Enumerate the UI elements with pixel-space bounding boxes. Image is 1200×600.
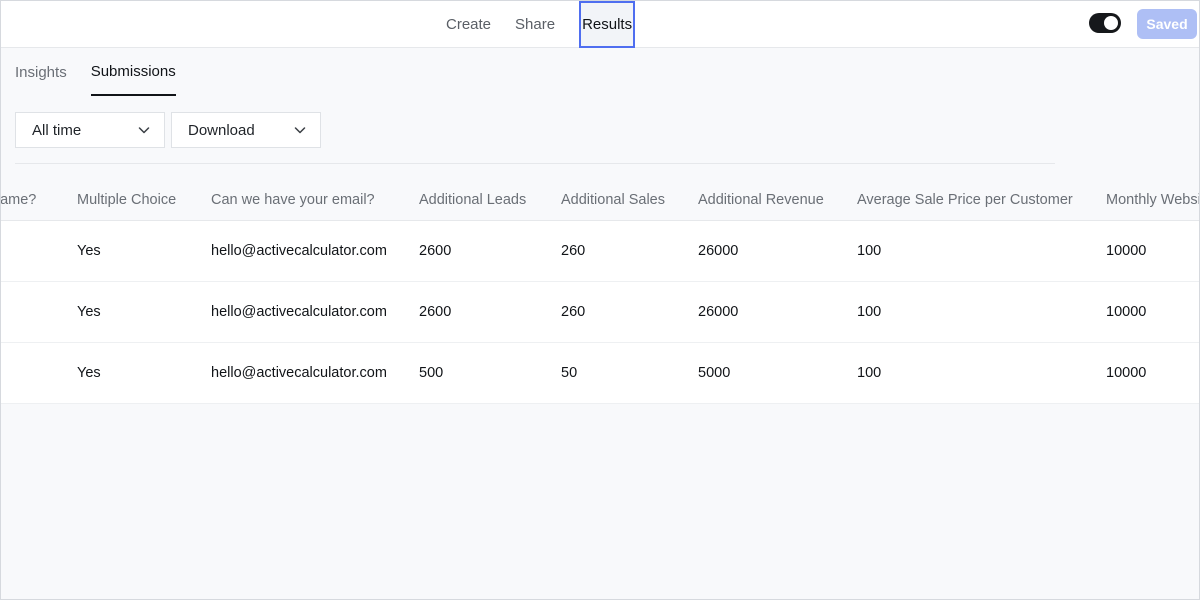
table-cell: 10000	[1106, 304, 1147, 320]
table-body: Yes hello@activecalculator.com 2600 260 …	[0, 221, 1200, 404]
submissions-table: name? Multiple Choice Can we have your e…	[0, 178, 1200, 404]
table-cell: 10000	[1106, 243, 1147, 259]
chevron-down-icon	[294, 127, 306, 134]
time-range-dropdown[interactable]: All time	[15, 112, 165, 148]
table-cell: hello@activecalculator.com	[211, 243, 387, 259]
table-cell: 26000	[698, 304, 739, 320]
table-header: name? Multiple Choice Can we have your e…	[0, 178, 1200, 221]
column-header: Additional Sales	[561, 192, 665, 208]
table-cell: 100	[857, 304, 882, 320]
table-row[interactable]: Yes hello@activecalculator.com 500 50 50…	[0, 343, 1200, 404]
table-cell: 5000	[698, 365, 731, 381]
saved-button[interactable]: Saved	[1137, 9, 1197, 39]
table-row[interactable]: Yes hello@activecalculator.com 2600 260 …	[0, 221, 1200, 282]
column-header: Can we have your email?	[211, 192, 375, 208]
table-cell: Yes	[77, 365, 101, 381]
table-cell: 500	[419, 365, 444, 381]
table-cell: 260	[561, 304, 586, 320]
chevron-down-icon	[138, 127, 150, 134]
toggle-switch[interactable]	[1089, 13, 1121, 33]
table-cell: Yes	[77, 243, 101, 259]
table-cell: hello@activecalculator.com	[211, 304, 387, 320]
download-dropdown[interactable]: Download	[171, 112, 321, 148]
nav-create[interactable]: Create	[446, 0, 491, 48]
column-header: Additional Leads	[419, 192, 527, 208]
table-row[interactable]: Yes hello@activecalculator.com 2600 260 …	[0, 282, 1200, 343]
time-range-label: All time	[32, 121, 82, 139]
column-header: Average Sale Price per Customer	[857, 192, 1073, 208]
table-cell: 50	[561, 365, 578, 381]
column-header: Monthly Website Visitors	[1106, 192, 1200, 208]
table-cell: 2600	[419, 304, 452, 320]
table-cell: Yes	[77, 304, 101, 320]
table-cell: 100	[857, 243, 882, 259]
column-header: name?	[0, 192, 37, 208]
top-bar: Create Share Results Saved	[0, 0, 1200, 48]
nav-results[interactable]: Results	[579, 0, 636, 48]
table-cell: 26000	[698, 243, 739, 259]
tab-submissions[interactable]: Submissions	[90, 48, 176, 96]
nav-share[interactable]: Share	[515, 0, 555, 48]
top-navigation: Create Share Results	[446, 0, 636, 48]
table-cell: 100	[857, 365, 882, 381]
table-cell: 10000	[1106, 365, 1147, 381]
column-header: Multiple Choice	[77, 192, 177, 208]
table-cell: 2600	[419, 243, 452, 259]
table-cell: 260	[561, 243, 586, 259]
results-tabs: Insights Submissions	[15, 48, 200, 96]
column-header: Additional Revenue	[698, 192, 824, 208]
tab-insights[interactable]: Insights	[15, 48, 67, 96]
toggle-knob	[1104, 16, 1118, 30]
download-label: Download	[188, 121, 255, 139]
divider	[15, 163, 1055, 164]
table-cell: hello@activecalculator.com	[211, 365, 387, 381]
